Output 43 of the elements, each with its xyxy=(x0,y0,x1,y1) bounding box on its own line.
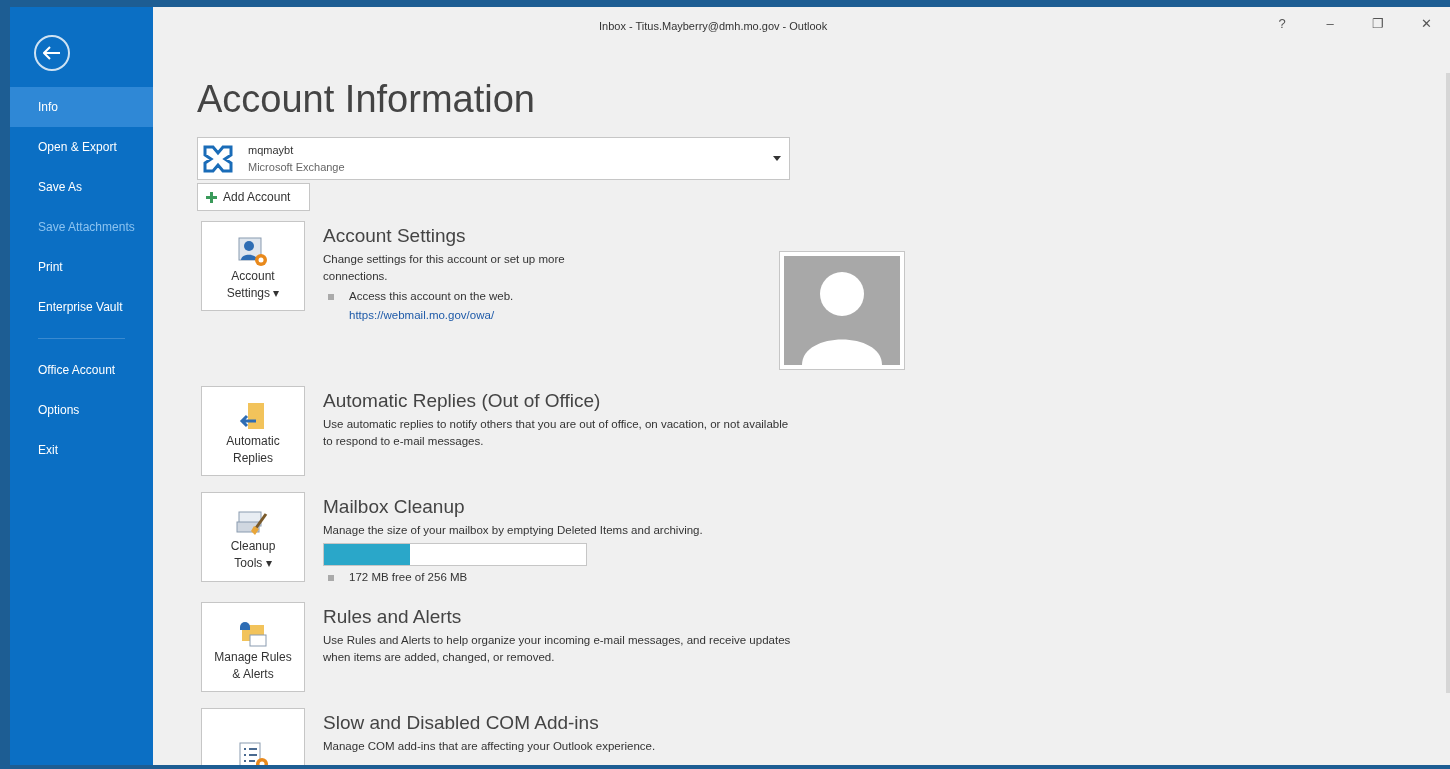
section-button[interactable]: Account Settings ▾ xyxy=(201,221,305,311)
sidebar-item[interactable]: Print xyxy=(10,247,153,287)
dropdown-caret-icon xyxy=(773,156,781,161)
sidebar-item[interactable]: Info xyxy=(10,87,153,127)
bullet-icon xyxy=(328,574,334,581)
bullet-icon xyxy=(328,293,334,300)
section-description: Manage the size of your mailbox by emptying Deleted Items and archiving. xyxy=(323,523,704,538)
section-description: Change settings for this account or set up more connections. xyxy=(323,252,566,284)
back-button[interactable] xyxy=(34,35,70,71)
sidebar-item[interactable]: Enterprise Vault xyxy=(10,287,153,327)
section-title: Account Settings xyxy=(323,224,467,248)
back-arrow-icon xyxy=(43,46,61,60)
sidebar-item[interactable]: Exit xyxy=(10,430,153,470)
account-dropdown[interactable]: mqmaybt Microsoft Exchange xyxy=(197,137,790,180)
account-type: Microsoft Exchange xyxy=(248,159,345,175)
sidebar-item[interactable]: Save As xyxy=(10,167,153,207)
add-account-button[interactable]: Add Account xyxy=(197,183,310,211)
window-control-button[interactable]: ? xyxy=(1258,7,1306,41)
sidebar-item[interactable]: Office Account xyxy=(10,350,153,390)
window-title: Inbox - Titus.Mayberry@dmh.mo.gov - Outlook xyxy=(599,19,828,34)
person-gear-icon xyxy=(236,236,270,268)
section-button[interactable]: Manage Rules & Alerts xyxy=(201,602,305,693)
section-title: Slow and Disabled COM Add-ins xyxy=(323,711,600,736)
section-button[interactable]: Automatic Replies xyxy=(201,386,305,476)
section-title: Automatic Replies (Out of Office) xyxy=(323,389,602,413)
bullet-text: 172 MB free of 256 MB xyxy=(349,570,468,585)
bullet-text: Access this account on the web. xyxy=(349,289,514,304)
section-description: Manage COM add-ins that are affecting your Outlook experience. xyxy=(323,739,657,755)
account-name: mqmaybt xyxy=(248,143,295,158)
window-control-button[interactable]: – xyxy=(1306,7,1354,41)
section-description: Use Rules and Alerts to help organize your incoming e-mail messages, and receive updates when items are added, changed, or removed. xyxy=(323,633,792,666)
sidebar-item[interactable]: Open & Export xyxy=(10,127,153,167)
section-description: Use automatic replies to notify others that you are out of office, on vacation, or not available to respond to e-mail messages. xyxy=(323,417,790,449)
window-control-button[interactable]: ✕ xyxy=(1402,7,1450,41)
section-button[interactable]: Cleanup Tools ▾ xyxy=(201,492,305,582)
webmail-link[interactable]: https://webmail.mo.gov/owa/ xyxy=(349,307,495,325)
checklist-gear-icon xyxy=(237,741,269,765)
window-control-button[interactable]: ❐ xyxy=(1354,7,1402,41)
page-heading: Account Information xyxy=(197,77,536,122)
section-title: Rules and Alerts xyxy=(323,605,463,630)
section-title: Mailbox Cleanup xyxy=(323,495,466,519)
sidebar-item[interactable]: Options xyxy=(10,390,153,430)
plus-icon xyxy=(206,191,217,203)
